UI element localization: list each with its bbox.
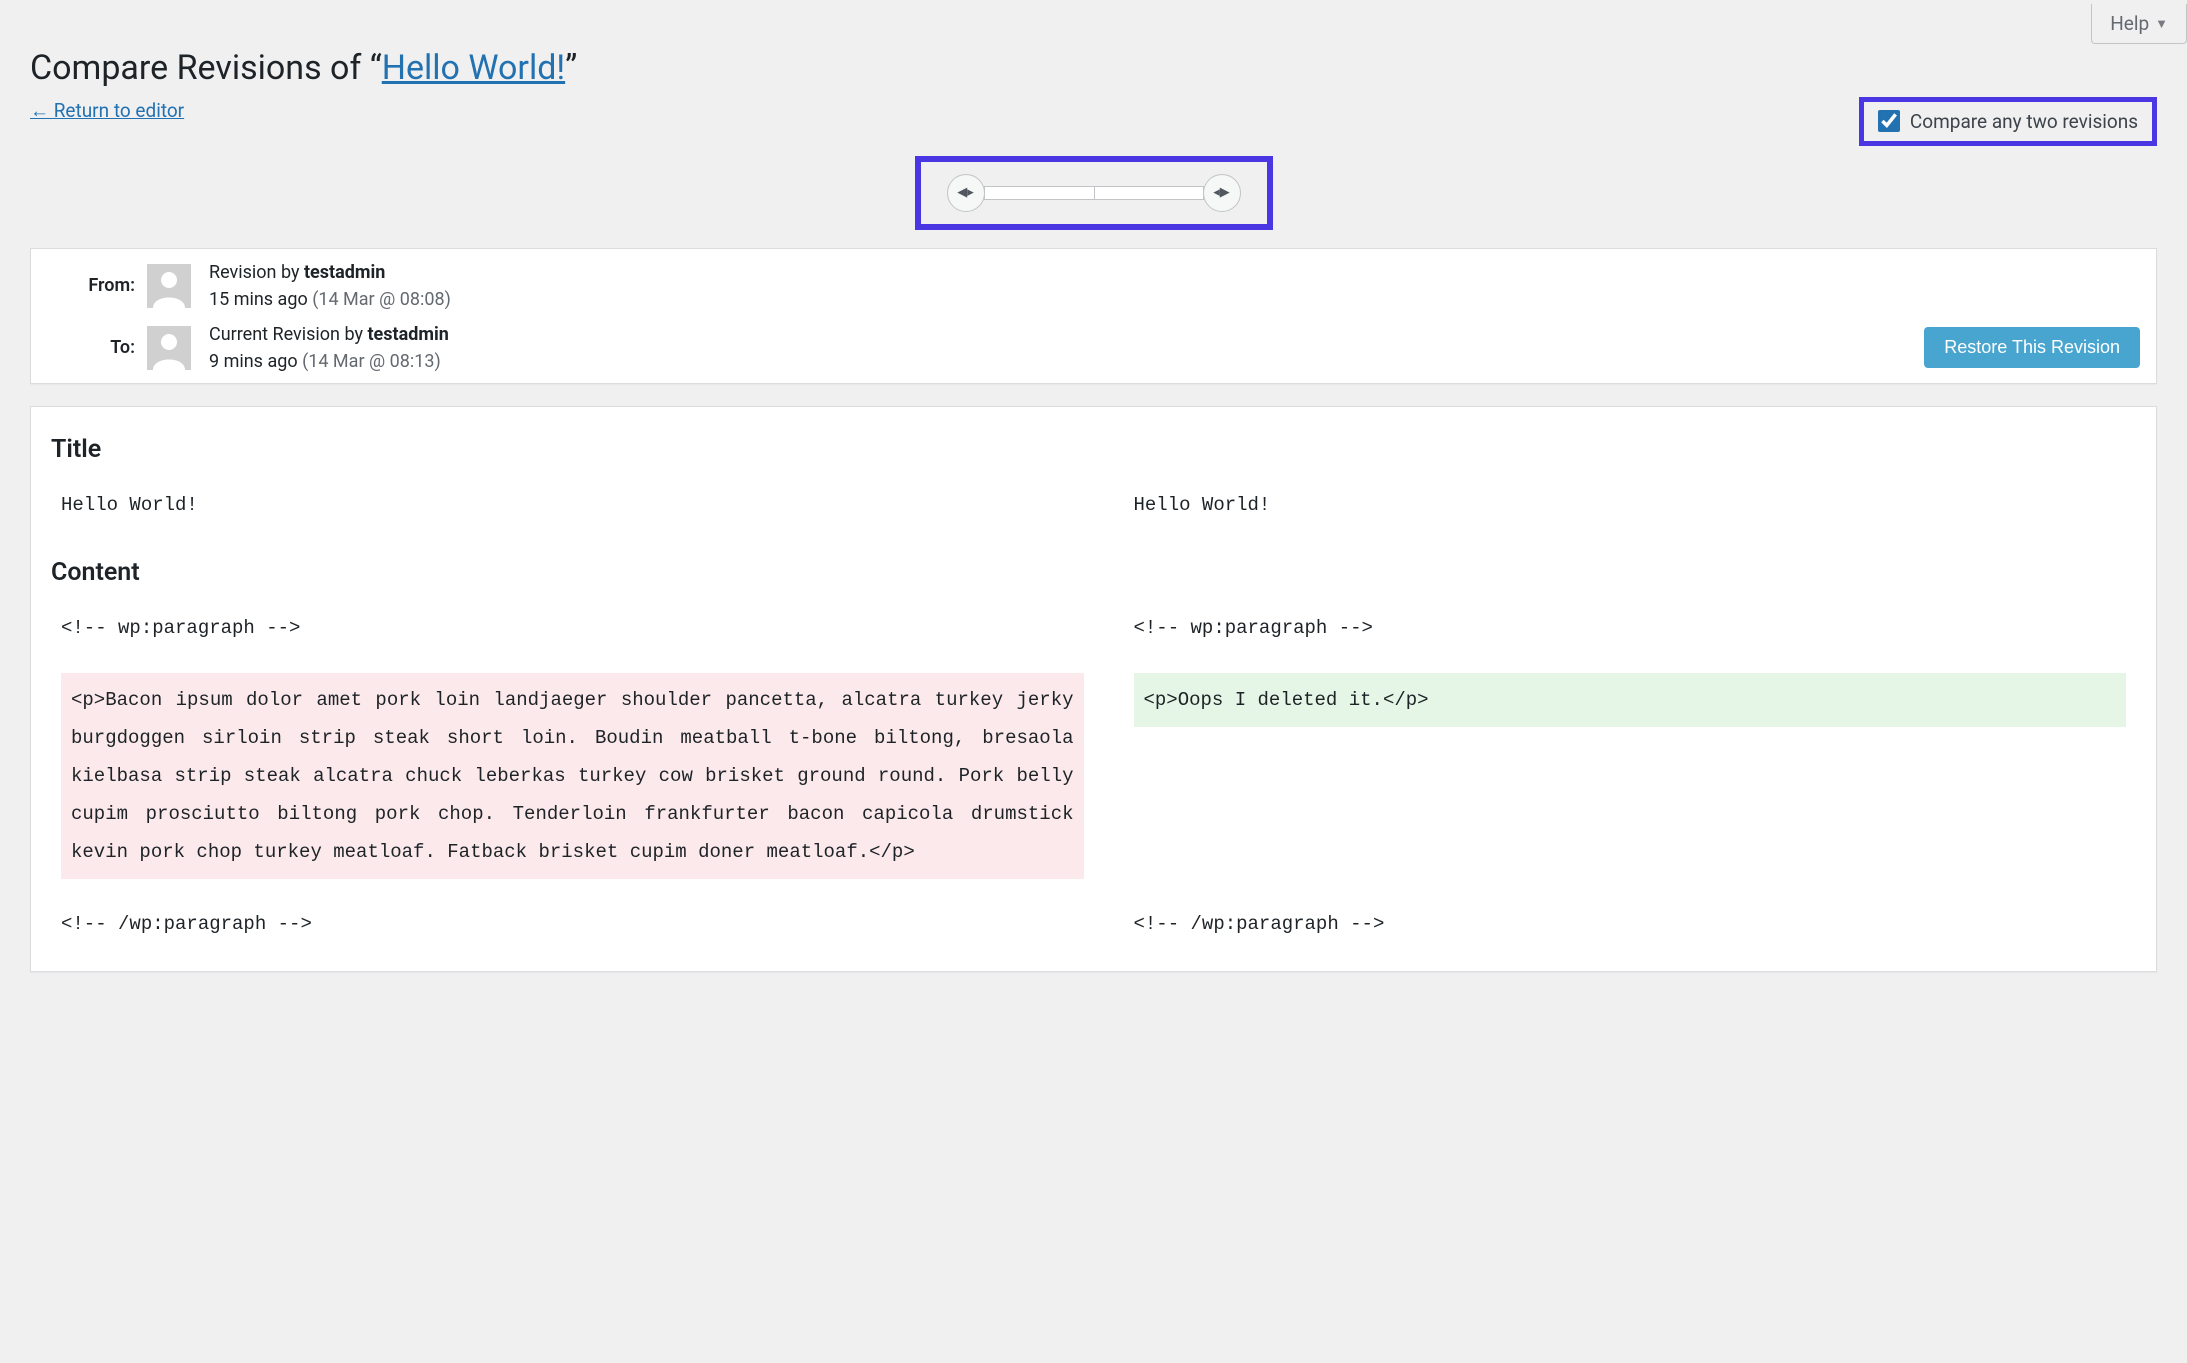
page-title: Compare Revisions of “Hello World!” [30,48,2157,89]
content-open-left: <!-- wp:paragraph --> [61,609,1084,647]
meta-to-stamp: (14 Mar @ 08:13) [302,351,441,372]
title-right: Hello World! [1134,486,2127,524]
compare-any-two-container: Compare any two revisions [1859,97,2157,146]
revisions-meta: From: Revision by testadmin 15 mins ago … [30,248,2157,384]
meta-to-label: To: [47,337,147,358]
diff-panel: Title Hello World! Hello World! Content … [30,406,2157,972]
content-close-right: <!-- /wp:paragraph --> [1134,905,2127,943]
meta-to-row: To: Current Revision by testadmin 9 mins… [47,317,2140,379]
post-title-link[interactable]: Hello World! [382,48,565,88]
slider-handle-from[interactable]: ◀▸ [947,174,985,212]
meta-from-prefix: Revision by [209,262,304,283]
restore-revision-button[interactable]: Restore This Revision [1924,327,2140,368]
meta-from-stamp: (14 Mar @ 08:08) [312,289,451,310]
diff-title-heading: Title [51,435,2136,464]
avatar [147,264,191,308]
revision-slider-container: ◀▸ ◂▶ [915,156,1273,230]
slider-handle-to[interactable]: ◂▶ [1203,174,1241,212]
meta-from-author: testadmin [304,262,385,283]
meta-from-text: Revision by testadmin 15 mins ago (14 Ma… [209,259,451,313]
chevron-down-icon: ▼ [2155,16,2168,32]
meta-from-label: From: [47,275,147,296]
content-body-right: <p>Oops I deleted it.</p> [1134,673,2127,727]
diff-content-table: <!-- wp:paragraph --> <!-- wp:paragraph … [51,609,2136,943]
meta-to-prefix: Current Revision by [209,324,367,345]
meta-from-row: From: Revision by testadmin 15 mins ago … [47,255,2140,317]
title-prefix: Compare Revisions of “ [30,48,382,88]
diff-content-heading: Content [51,558,2136,587]
content-open-right: <!-- wp:paragraph --> [1134,609,2127,647]
help-tab[interactable]: Help ▼ [2091,4,2187,44]
meta-to-author: testadmin [367,324,448,345]
content-close-left: <!-- /wp:paragraph --> [61,905,1084,943]
compare-any-two-label: Compare any two revisions [1910,110,2138,133]
content-body-left: <p>Bacon ipsum dolor amet pork loin land… [61,673,1084,879]
help-tab-label: Help [2110,12,2149,35]
diff-title-table: Hello World! Hello World! [51,486,2136,524]
meta-from-ago: 15 mins ago [209,289,308,310]
arrow-left-right-icon: ◀▸ [957,185,974,200]
title-left: Hello World! [61,486,1084,524]
title-suffix: ” [565,48,577,88]
slider-track[interactable] [984,186,1204,200]
arrow-left-right-icon: ◂▶ [1213,185,1230,200]
meta-to-ago: 9 mins ago [209,351,298,372]
return-to-editor-link[interactable]: ← Return to editor [30,99,184,123]
meta-to-text: Current Revision by testadmin 9 mins ago… [209,321,449,375]
avatar [147,326,191,370]
compare-any-two-checkbox[interactable] [1878,110,1900,132]
